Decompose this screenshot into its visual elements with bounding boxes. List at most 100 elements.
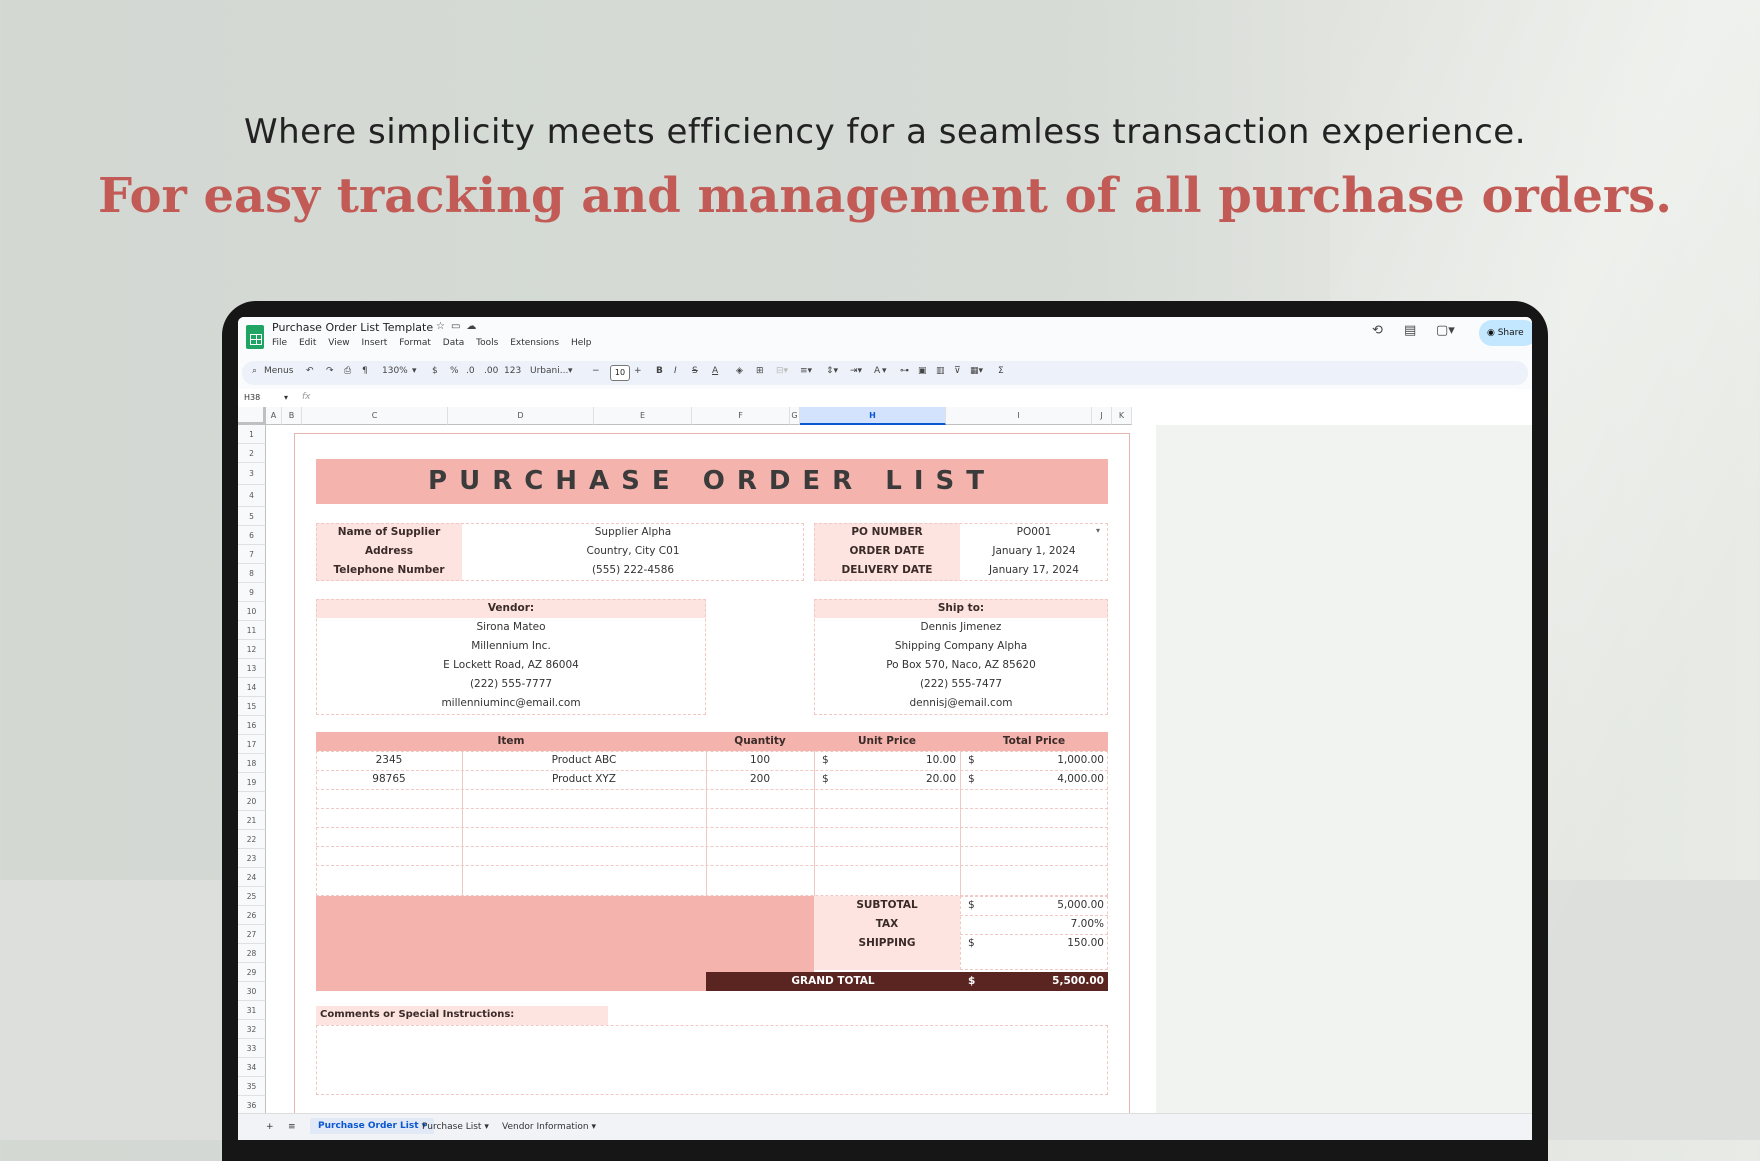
folder-icon[interactable]: ▭ xyxy=(451,321,466,332)
bold-button[interactable]: B xyxy=(656,366,663,376)
supplier-name[interactable]: Supplier Alpha xyxy=(462,526,804,538)
row-header-3[interactable]: 3 xyxy=(238,463,266,485)
column-header-e[interactable]: E xyxy=(594,407,692,425)
star-icon[interactable]: ☆ xyxy=(436,321,451,332)
row-header-4[interactable]: 4 xyxy=(238,485,266,507)
name-box[interactable]: H38 xyxy=(244,393,260,402)
strikethrough-button[interactable]: S xyxy=(692,366,698,376)
row-header-27[interactable]: 27 xyxy=(238,925,266,944)
row-header-33[interactable]: 33 xyxy=(238,1039,266,1058)
row-header-5[interactable]: 5 xyxy=(238,507,266,526)
sheets-logo-icon[interactable] xyxy=(246,325,264,349)
text-wrap-icon[interactable]: ⇥▾ xyxy=(850,366,862,376)
decrease-decimal[interactable]: .0 xyxy=(466,366,475,376)
row-header-24[interactable]: 24 xyxy=(238,868,266,887)
item-name[interactable]: Product XYZ xyxy=(462,773,706,785)
comments-icon[interactable]: ▤ xyxy=(1404,323,1416,338)
filter-icon[interactable]: ⊽ xyxy=(954,366,961,376)
row-header-1[interactable]: 1 xyxy=(238,425,266,444)
vendor-email[interactable]: millenniuminc@email.com xyxy=(316,697,706,709)
select-all-corner[interactable] xyxy=(238,407,266,425)
fill-color-icon[interactable]: ◈ xyxy=(736,366,743,376)
row-header-13[interactable]: 13 xyxy=(238,659,266,678)
item-unit-price[interactable]: 10.00 xyxy=(814,754,956,766)
zoom-dropdown-icon[interactable]: ▾ xyxy=(412,366,417,376)
row-header-26[interactable]: 26 xyxy=(238,906,266,925)
zoom-select[interactable]: 130% xyxy=(382,366,408,376)
number-format[interactable]: 123 xyxy=(504,366,521,376)
tab-purchase-list[interactable]: Purchase List ▾ xyxy=(422,1122,489,1132)
row-header-2[interactable]: 2 xyxy=(238,444,266,463)
comments-input-box[interactable] xyxy=(316,1025,1108,1095)
tax-value[interactable]: 7.00% xyxy=(960,918,1104,930)
paint-format-icon[interactable]: ¶ xyxy=(362,366,368,376)
shipping-value[interactable]: 150.00 xyxy=(960,937,1104,949)
print-icon[interactable]: ⎙ xyxy=(344,366,351,376)
row-header-22[interactable]: 22 xyxy=(238,830,266,849)
order-date[interactable]: January 1, 2024 xyxy=(960,545,1108,557)
italic-button[interactable]: I xyxy=(674,366,677,376)
menu-data[interactable]: Data xyxy=(443,338,465,348)
po-number[interactable]: PO001 xyxy=(960,526,1108,538)
menu-edit[interactable]: Edit xyxy=(299,338,316,348)
column-header-i[interactable]: I xyxy=(946,407,1092,425)
menu-format[interactable]: Format xyxy=(399,338,431,348)
row-header-20[interactable]: 20 xyxy=(238,792,266,811)
row-header-7[interactable]: 7 xyxy=(238,545,266,564)
add-sheet-button[interactable]: + xyxy=(266,1122,274,1132)
ship-to-phone[interactable]: (222) 555-7477 xyxy=(814,678,1108,690)
font-size-input[interactable]: 10 xyxy=(610,365,630,381)
row-header-15[interactable]: 15 xyxy=(238,697,266,716)
item-name[interactable]: Product ABC xyxy=(462,754,706,766)
row-header-21[interactable]: 21 xyxy=(238,811,266,830)
font-select[interactable]: Urbani... xyxy=(530,366,568,376)
ship-to-name[interactable]: Dennis Jimenez xyxy=(814,621,1108,633)
menu-file[interactable]: File xyxy=(272,338,287,348)
row-header-35[interactable]: 35 xyxy=(238,1077,266,1096)
currency-format[interactable]: $ xyxy=(432,366,438,376)
column-header-g[interactable]: G xyxy=(790,407,800,425)
share-button[interactable]: ◉ Share xyxy=(1479,320,1532,346)
column-header-h[interactable]: H xyxy=(800,407,946,425)
menu-search[interactable]: Menus xyxy=(264,366,293,376)
meet-icon[interactable]: ▢▾ xyxy=(1436,323,1455,338)
row-header-9[interactable]: 9 xyxy=(238,583,266,602)
menu-extensions[interactable]: Extensions xyxy=(510,338,559,348)
row-header-25[interactable]: 25 xyxy=(238,887,266,906)
supplier-phone[interactable]: (555) 222-4586 xyxy=(462,564,804,576)
undo-icon[interactable]: ↶ xyxy=(306,366,314,376)
vendor-contact-name[interactable]: Sirona Mateo xyxy=(316,621,706,633)
column-header-a[interactable]: A xyxy=(266,407,282,425)
comment-icon[interactable]: ▣ xyxy=(918,366,927,376)
row-header-32[interactable]: 32 xyxy=(238,1020,266,1039)
row-header-17[interactable]: 17 xyxy=(238,735,266,754)
document-title[interactable]: Purchase Order List Template xyxy=(272,321,433,334)
functions-button[interactable]: Σ xyxy=(998,366,1004,376)
search-icon[interactable]: ⌕ xyxy=(252,366,257,376)
item-unit-price[interactable]: 20.00 xyxy=(814,773,956,785)
tab-purchase-order-list[interactable]: Purchase Order List ▾ xyxy=(310,1118,435,1134)
delivery-date[interactable]: January 17, 2024 xyxy=(960,564,1108,576)
ship-to-email[interactable]: dennisj@email.com xyxy=(814,697,1108,709)
font-size-minus[interactable]: − xyxy=(592,366,600,376)
row-header-6[interactable]: 6 xyxy=(238,526,266,545)
column-header-k[interactable]: K xyxy=(1112,407,1132,425)
row-header-30[interactable]: 30 xyxy=(238,982,266,1001)
row-header-18[interactable]: 18 xyxy=(238,754,266,773)
percent-format[interactable]: % xyxy=(450,366,459,376)
ship-to-address[interactable]: Po Box 570, Naco, AZ 85620 xyxy=(814,659,1108,671)
cloud-icon[interactable]: ☁ xyxy=(466,321,482,332)
row-header-16[interactable]: 16 xyxy=(238,716,266,735)
row-header-12[interactable]: 12 xyxy=(238,640,266,659)
row-header-14[interactable]: 14 xyxy=(238,678,266,697)
redo-icon[interactable]: ↷ xyxy=(326,366,334,376)
vendor-company[interactable]: Millennium Inc. xyxy=(316,640,706,652)
row-header-10[interactable]: 10 xyxy=(238,602,266,621)
menu-help[interactable]: Help xyxy=(571,338,592,348)
increase-decimal[interactable]: .00 xyxy=(484,366,498,376)
text-rotation-dropdown-icon[interactable]: ▾ xyxy=(882,366,887,376)
item-total-price[interactable]: 1,000.00 xyxy=(960,754,1104,766)
font-size-plus[interactable]: + xyxy=(634,366,642,376)
item-code[interactable]: 98765 xyxy=(316,773,462,785)
align-vertical-icon[interactable]: ⇕▾ xyxy=(826,366,838,376)
